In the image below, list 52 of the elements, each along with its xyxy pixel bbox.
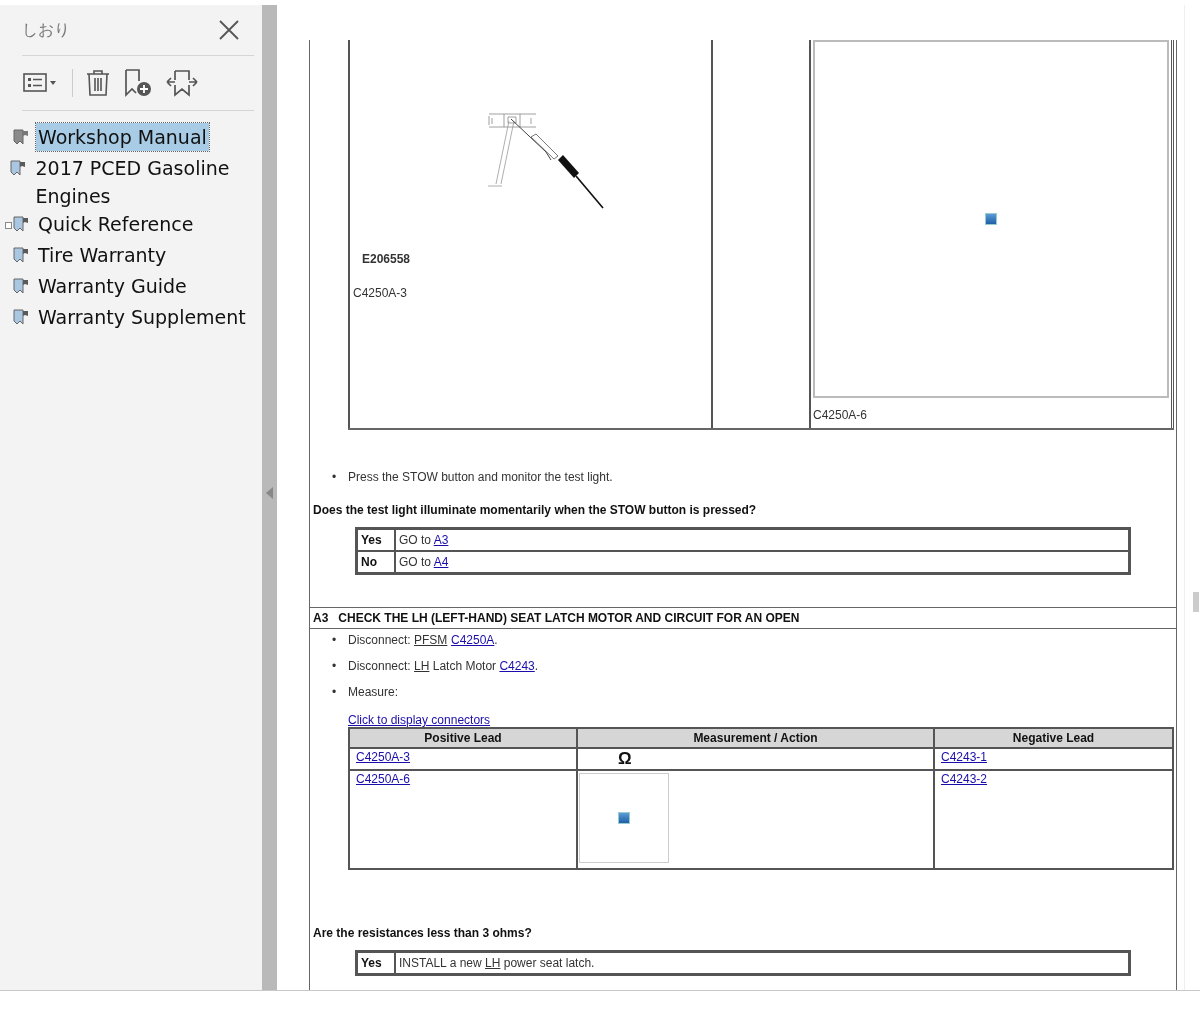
pin-link[interactable]: C4250A-6: [356, 772, 411, 786]
bullet: •: [332, 470, 338, 485]
bookmark-item[interactable]: Warranty Guide: [36, 272, 189, 300]
pin-link[interactable]: C4250A-3: [356, 750, 411, 764]
figure-caption: C4250A-3: [353, 286, 408, 300]
bookmark-icon: [9, 159, 28, 177]
expand-bookmark-icon[interactable]: [165, 68, 199, 98]
bookmark-item[interactable]: 2017 PCED Gasoline Engines: [33, 154, 254, 210]
step-text: Disconnect: LH Latch Motor C4243.: [348, 659, 539, 674]
close-icon[interactable]: [218, 19, 240, 41]
trash-icon[interactable]: [85, 69, 111, 97]
column-header: Negative Lead: [934, 728, 1173, 748]
bookmark-icon: [12, 308, 30, 326]
bullet: •: [332, 659, 338, 674]
answer-cell: Yes: [357, 952, 395, 974]
bullet: •: [332, 633, 338, 648]
link[interactable]: C4243: [499, 659, 535, 673]
section-heading: A3 CHECK THE LH (LEFT-HAND) SEAT LATCH MOTOR AND CIRCUIT FOR AN OPEN: [310, 607, 1176, 629]
expander-icon[interactable]: [5, 222, 12, 229]
bookmark-icon: [12, 215, 30, 233]
ohm-symbol: Ω: [618, 749, 632, 768]
bookmark-icon: [12, 246, 30, 264]
answer-cell: No: [357, 551, 395, 573]
link[interactable]: A3: [433, 533, 449, 547]
bookmark-item[interactable]: Workshop Manual: [36, 123, 209, 151]
step-text: Press the STOW button and monitor the test light.: [348, 470, 613, 485]
missing-image-icon: [618, 812, 630, 824]
question-text: Are the resistances less than 3 ohms?: [313, 926, 533, 940]
action-cell: GO to A3: [395, 529, 1129, 551]
step-text: Disconnect: PFSM C4250A.: [348, 633, 498, 648]
bullet: •: [332, 685, 338, 700]
pin-link[interactable]: C4243-2: [941, 772, 988, 786]
bookmark-icon: [12, 277, 30, 295]
question-text: Does the test light illuminate momentarily when the STOW button is pressed?: [313, 503, 758, 517]
panel-title: しおり: [22, 19, 70, 41]
column-header: Measurement / Action: [577, 728, 934, 748]
answer-cell: Yes: [357, 529, 395, 551]
pin-link[interactable]: C4243-1: [941, 750, 988, 764]
action-cell: GO to A4: [395, 551, 1129, 573]
link[interactable]: A4: [433, 555, 449, 569]
bookmark-item[interactable]: Tire Warranty: [36, 241, 169, 269]
missing-image-icon: [985, 213, 997, 225]
bookmark-item[interactable]: Quick Reference: [36, 210, 196, 238]
bookmark-icon: [12, 128, 30, 146]
add-bookmark-icon[interactable]: [123, 68, 153, 98]
connectors-link[interactable]: Click to display connectors: [348, 713, 491, 727]
step-text: Measure:: [348, 685, 399, 700]
bookmark-item[interactable]: Warranty Supplement: [36, 303, 248, 331]
figure-caption: C4250A-6: [813, 407, 869, 422]
column-header: Positive Lead: [349, 728, 577, 748]
figure-id: E206558: [362, 252, 411, 266]
action-cell: INSTALL a new LH power seat latch.: [395, 952, 1129, 974]
